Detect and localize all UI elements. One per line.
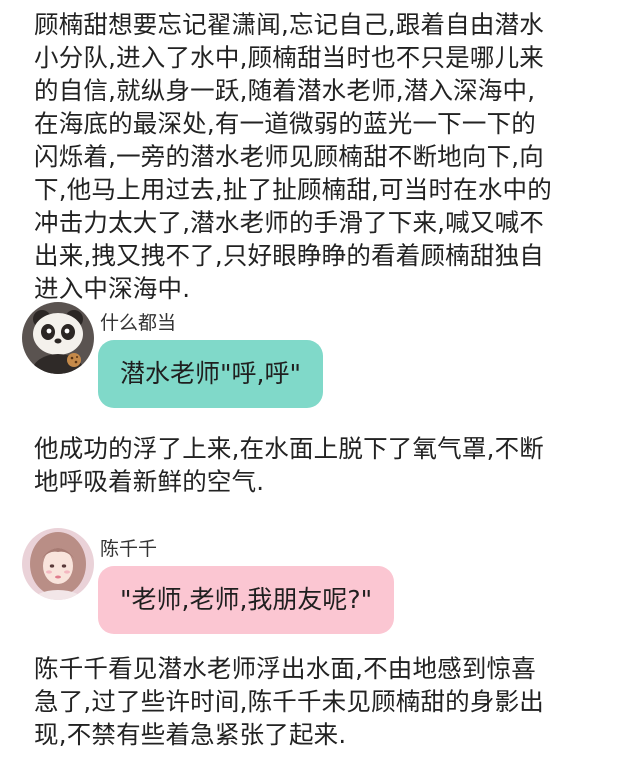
username: 什么都当 bbox=[100, 312, 177, 334]
chat-message: 陈千千 "老师,老师,我朋友呢?" bbox=[22, 528, 622, 648]
message-bubble: "老师,老师,我朋友呢?" bbox=[98, 566, 395, 634]
chat-message: 什么都当 潜水老师"呼,呼" bbox=[22, 302, 622, 422]
girl-portrait-avatar[interactable] bbox=[22, 528, 94, 600]
story-paragraph: 顾楠甜想要忘记翟潇闻,忘记自己,跟着自由潜水 小分队,进入了水中,顾楠甜当时也不… bbox=[34, 10, 552, 303]
story-paragraph: 他成功的浮了上来,在水面上脱下了氧气罩,不断 地呼吸着新鲜的空气. bbox=[34, 434, 544, 496]
message-bubble: 潜水老师"呼,呼" bbox=[98, 340, 323, 408]
story-paragraph: 陈千千看见潜水老师浮出水面,不由地感到惊喜 急了,过了些许时间,陈千千未见顾楠甜… bbox=[34, 654, 544, 749]
username: 陈千千 bbox=[100, 538, 158, 560]
panda-bear-avatar[interactable] bbox=[22, 302, 94, 374]
